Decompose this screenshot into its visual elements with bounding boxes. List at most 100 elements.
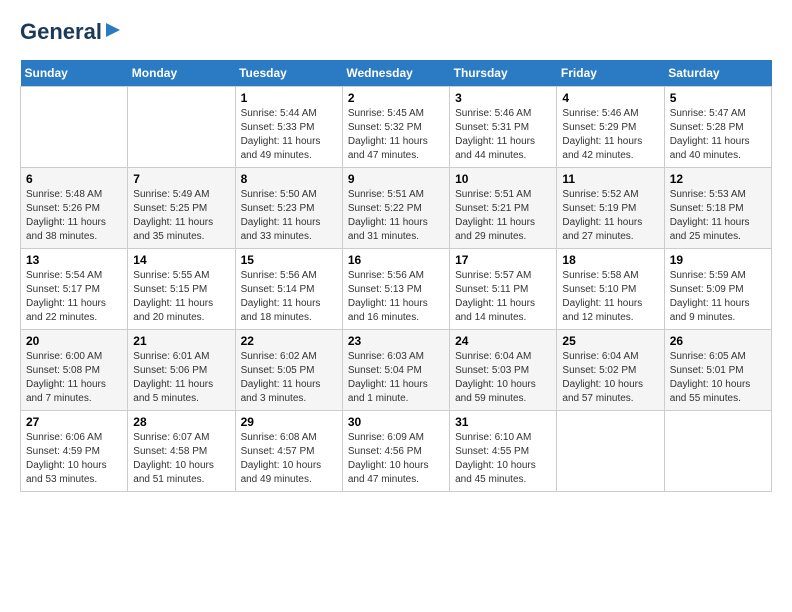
day-info: Sunrise: 6:04 AMSunset: 5:02 PMDaylight:… (562, 350, 658, 406)
calendar-cell: 7 Sunrise: 5:49 AMSunset: 5:25 PMDaylight… (128, 168, 235, 249)
weekday-header-thursday: Thursday (450, 60, 557, 87)
day-number: 12 (670, 172, 766, 186)
calendar-cell: 6Sunrise: 5:48 AMSunset: 5:26 PMDaylight… (21, 168, 128, 249)
calendar-cell (21, 87, 128, 168)
day-info: Sunrise: 6:09 AMSunset: 4:56 PMDaylight:… (348, 431, 444, 487)
day-number: 21 (133, 334, 229, 348)
calendar-cell (557, 411, 664, 492)
day-info: Sunrise: 5:50 AMSunset: 5:23 PMDaylight:… (241, 188, 337, 244)
calendar-cell: 30 Sunrise: 6:09 AMSunset: 4:56 PMDayligh… (342, 411, 449, 492)
day-number: 28 (133, 415, 229, 429)
week-row-5: 27Sunrise: 6:06 AMSunset: 4:59 PMDayligh… (21, 411, 772, 492)
calendar-cell: 29Sunrise: 6:08 AMSunset: 4:57 PMDayligh… (235, 411, 342, 492)
calendar-cell: 4 Sunrise: 5:46 AMSunset: 5:29 PMDaylight… (557, 87, 664, 168)
day-number: 19 (670, 253, 766, 267)
calendar-cell: 24 Sunrise: 6:04 AMSunset: 5:03 PMDayligh… (450, 330, 557, 411)
weekday-header-saturday: Saturday (664, 60, 771, 87)
day-number: 25 (562, 334, 658, 348)
day-info: Sunrise: 5:49 AMSunset: 5:25 PMDaylight:… (133, 188, 229, 244)
calendar-cell: 8 Sunrise: 5:50 AMSunset: 5:23 PMDaylight… (235, 168, 342, 249)
calendar-cell: 25 Sunrise: 6:04 AMSunset: 5:02 PMDayligh… (557, 330, 664, 411)
day-number: 10 (455, 172, 551, 186)
day-info: Sunrise: 6:04 AMSunset: 5:03 PMDaylight:… (455, 350, 551, 406)
week-row-3: 13Sunrise: 5:54 AMSunset: 5:17 PMDayligh… (21, 249, 772, 330)
day-info: Sunrise: 5:56 AMSunset: 5:14 PMDaylight:… (241, 269, 337, 325)
day-info: Sunrise: 5:47 AMSunset: 5:28 PMDaylight:… (670, 107, 766, 163)
weekday-header-wednesday: Wednesday (342, 60, 449, 87)
day-number: 2 (348, 91, 444, 105)
calendar-cell: 22Sunrise: 6:02 AMSunset: 5:05 PMDayligh… (235, 330, 342, 411)
day-info: Sunrise: 5:52 AMSunset: 5:19 PMDaylight:… (562, 188, 658, 244)
weekday-header-row: SundayMondayTuesdayWednesdayThursdayFrid… (21, 60, 772, 87)
calendar-cell: 31Sunrise: 6:10 AMSunset: 4:55 PMDayligh… (450, 411, 557, 492)
logo-icon (106, 21, 124, 39)
day-info: Sunrise: 5:59 AMSunset: 5:09 PMDaylight:… (670, 269, 766, 325)
calendar-cell: 14 Sunrise: 5:55 AMSunset: 5:15 PMDayligh… (128, 249, 235, 330)
day-number: 16 (348, 253, 444, 267)
calendar-cell: 12 Sunrise: 5:53 AMSunset: 5:18 PMDayligh… (664, 168, 771, 249)
calendar-cell (664, 411, 771, 492)
day-number: 7 (133, 172, 229, 186)
calendar-cell: 13Sunrise: 5:54 AMSunset: 5:17 PMDayligh… (21, 249, 128, 330)
logo-general: General (20, 20, 102, 44)
day-info: Sunrise: 5:51 AMSunset: 5:22 PMDaylight:… (348, 188, 444, 244)
day-info: Sunrise: 5:45 AMSunset: 5:32 PMDaylight:… (348, 107, 444, 163)
day-number: 9 (348, 172, 444, 186)
calendar-cell: 5Sunrise: 5:47 AMSunset: 5:28 PMDaylight… (664, 87, 771, 168)
day-info: Sunrise: 5:46 AMSunset: 5:29 PMDaylight:… (562, 107, 658, 163)
calendar-cell: 18 Sunrise: 5:58 AMSunset: 5:10 PMDayligh… (557, 249, 664, 330)
day-info: Sunrise: 5:44 AMSunset: 5:33 PMDaylight:… (241, 107, 337, 163)
day-number: 30 (348, 415, 444, 429)
calendar-cell: 3 Sunrise: 5:46 AMSunset: 5:31 PMDaylight… (450, 87, 557, 168)
day-info: Sunrise: 6:06 AMSunset: 4:59 PMDaylight:… (26, 431, 122, 487)
calendar-cell: 2 Sunrise: 5:45 AMSunset: 5:32 PMDaylight… (342, 87, 449, 168)
day-info: Sunrise: 6:05 AMSunset: 5:01 PMDaylight:… (670, 350, 766, 406)
calendar-cell: 28 Sunrise: 6:07 AMSunset: 4:58 PMDayligh… (128, 411, 235, 492)
day-number: 1 (241, 91, 337, 105)
calendar-cell: 26 Sunrise: 6:05 AMSunset: 5:01 PMDayligh… (664, 330, 771, 411)
week-row-4: 20Sunrise: 6:00 AMSunset: 5:08 PMDayligh… (21, 330, 772, 411)
calendar-cell: 1 Sunrise: 5:44 AMSunset: 5:33 PMDaylight… (235, 87, 342, 168)
weekday-header-tuesday: Tuesday (235, 60, 342, 87)
day-info: Sunrise: 6:10 AMSunset: 4:55 PMDaylight:… (455, 431, 551, 487)
weekday-header-monday: Monday (128, 60, 235, 87)
day-info: Sunrise: 6:03 AMSunset: 5:04 PMDaylight:… (348, 350, 444, 406)
calendar-cell: 10Sunrise: 5:51 AMSunset: 5:21 PMDayligh… (450, 168, 557, 249)
calendar-cell: 11 Sunrise: 5:52 AMSunset: 5:19 PMDayligh… (557, 168, 664, 249)
day-info: Sunrise: 5:58 AMSunset: 5:10 PMDaylight:… (562, 269, 658, 325)
day-info: Sunrise: 5:53 AMSunset: 5:18 PMDaylight:… (670, 188, 766, 244)
calendar-cell: 9 Sunrise: 5:51 AMSunset: 5:22 PMDaylight… (342, 168, 449, 249)
calendar-cell: 15 Sunrise: 5:56 AMSunset: 5:14 PMDayligh… (235, 249, 342, 330)
page-header: General (20, 20, 772, 44)
calendar-cell: 27Sunrise: 6:06 AMSunset: 4:59 PMDayligh… (21, 411, 128, 492)
day-number: 23 (348, 334, 444, 348)
day-number: 8 (241, 172, 337, 186)
calendar-cell: 23 Sunrise: 6:03 AMSunset: 5:04 PMDayligh… (342, 330, 449, 411)
week-row-1: 1 Sunrise: 5:44 AMSunset: 5:33 PMDaylight… (21, 87, 772, 168)
calendar-cell (128, 87, 235, 168)
day-number: 14 (133, 253, 229, 267)
day-number: 15 (241, 253, 337, 267)
day-info: Sunrise: 6:08 AMSunset: 4:57 PMDaylight:… (241, 431, 337, 487)
day-number: 17 (455, 253, 551, 267)
day-number: 26 (670, 334, 766, 348)
day-info: Sunrise: 5:57 AMSunset: 5:11 PMDaylight:… (455, 269, 551, 325)
day-info: Sunrise: 6:07 AMSunset: 4:58 PMDaylight:… (133, 431, 229, 487)
day-info: Sunrise: 5:55 AMSunset: 5:15 PMDaylight:… (133, 269, 229, 325)
logo: General (20, 20, 124, 44)
day-number: 4 (562, 91, 658, 105)
day-number: 3 (455, 91, 551, 105)
calendar-cell: 16 Sunrise: 5:56 AMSunset: 5:13 PMDayligh… (342, 249, 449, 330)
day-number: 24 (455, 334, 551, 348)
day-info: Sunrise: 5:56 AMSunset: 5:13 PMDaylight:… (348, 269, 444, 325)
day-number: 18 (562, 253, 658, 267)
day-number: 22 (241, 334, 337, 348)
day-info: Sunrise: 5:46 AMSunset: 5:31 PMDaylight:… (455, 107, 551, 163)
calendar-cell: 17 Sunrise: 5:57 AMSunset: 5:11 PMDayligh… (450, 249, 557, 330)
day-number: 13 (26, 253, 122, 267)
weekday-header-friday: Friday (557, 60, 664, 87)
weekday-header-sunday: Sunday (21, 60, 128, 87)
week-row-2: 6Sunrise: 5:48 AMSunset: 5:26 PMDaylight… (21, 168, 772, 249)
day-number: 11 (562, 172, 658, 186)
calendar-cell: 19 Sunrise: 5:59 AMSunset: 5:09 PMDayligh… (664, 249, 771, 330)
